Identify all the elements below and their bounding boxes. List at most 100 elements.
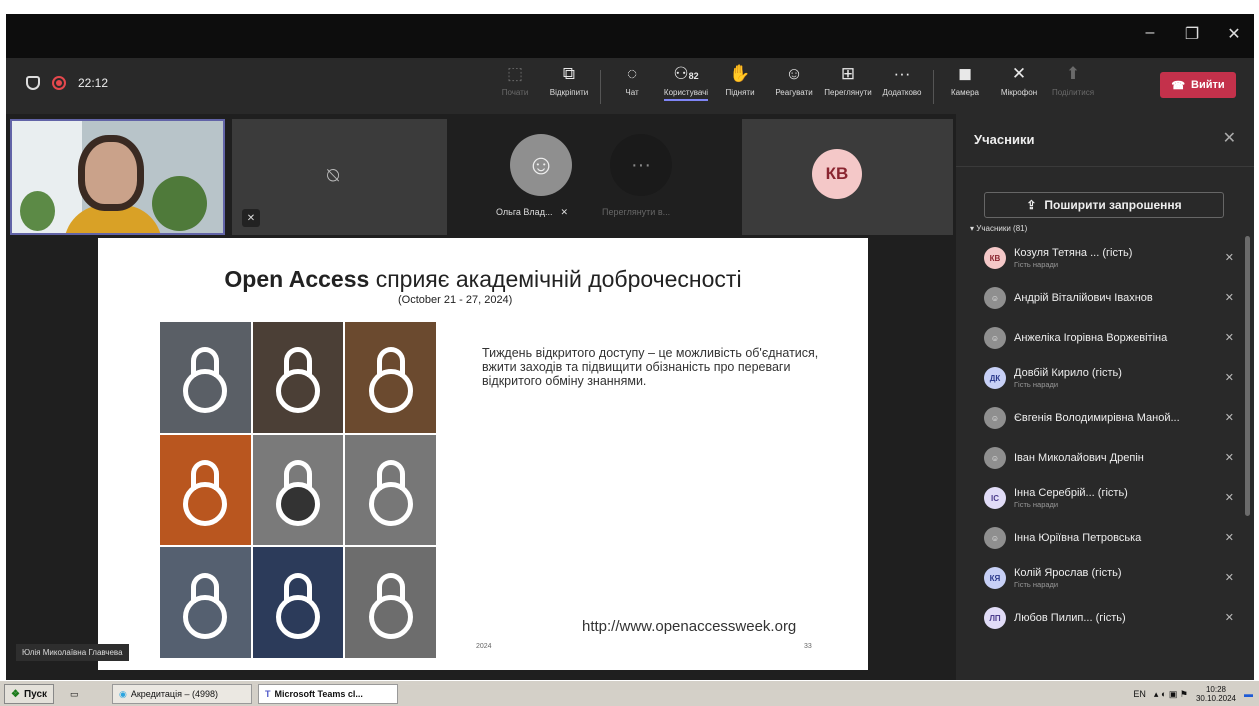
toolbar-label: Підняти bbox=[725, 88, 755, 97]
mic-off-icon: ✕ bbox=[1224, 292, 1234, 304]
participant-name: Інна Юріївна Петровська bbox=[1014, 532, 1142, 544]
avatar: ☺ bbox=[984, 407, 1006, 429]
taskbar-teams[interactable]: T Microsoft Teams cl... bbox=[258, 684, 398, 704]
toolbar-button-more[interactable]: ··· Додатково bbox=[875, 64, 929, 104]
open-lock-icon bbox=[367, 572, 415, 639]
close-icon[interactable]: ✕ bbox=[1223, 128, 1236, 148]
shield-icon bbox=[26, 76, 40, 90]
participant-item[interactable]: КЯ Колій Ярослав (гість) Гість наради ✕ bbox=[984, 558, 1234, 598]
toolbar-button-share-screen[interactable]: ⬚ Почати bbox=[488, 64, 542, 104]
share-invite-button[interactable]: ⇪ Поширити запрошення bbox=[984, 192, 1224, 218]
maximize-icon[interactable]: ❐ bbox=[1182, 24, 1202, 44]
participant-item[interactable]: ☺ Євгенія Володимирівна Маной... ✕ bbox=[984, 398, 1234, 438]
shared-slide: Open Access сприяє академічній доброчесн… bbox=[98, 238, 868, 670]
slide-year: 2024 bbox=[476, 643, 492, 650]
participant-name: Колій Ярослав (гість) bbox=[1014, 567, 1122, 579]
participant-item[interactable]: ☺ Інна Юріївна Петровська ✕ bbox=[984, 518, 1234, 558]
participant-item[interactable]: КВ Козуля Тетяна ... (гість) Гість наради ✕ bbox=[984, 238, 1234, 278]
toolbar-button-raise-hand[interactable]: ✋ Підняти bbox=[713, 64, 767, 104]
meeting-toolbar: 22:12 ⬚ Почати ⧉ Відкріпити ◌ Чат ⚇82 Користува… bbox=[6, 58, 1254, 114]
avatar: ЛП bbox=[984, 607, 1006, 629]
toolbar-button-mic-off[interactable]: ✕ Мікрофон bbox=[992, 64, 1046, 104]
participant-role: Гість наради bbox=[1014, 500, 1059, 509]
pop-out-icon: ⧉ bbox=[562, 64, 576, 83]
avatar: ☺ bbox=[984, 287, 1006, 309]
camera-off-icon: ⍉ bbox=[327, 165, 339, 187]
participant-name: Інна Серебрій... (гість) bbox=[1014, 487, 1128, 499]
toolbar-label: Відкріпити bbox=[549, 88, 589, 97]
participant-role: Гість наради bbox=[1014, 380, 1059, 389]
video-tile-kb[interactable]: КВ bbox=[742, 119, 953, 235]
avatar: ☺ bbox=[984, 447, 1006, 469]
toolbar-button-camera[interactable]: ◼ Камера bbox=[938, 64, 992, 104]
teams-window: – ❐ ✕ 22:12 ⬚ Почати ⧉ Відкріпити ◌ Чат ⚇82 Кор… bbox=[6, 14, 1254, 680]
toolbar-separator bbox=[600, 70, 601, 104]
tray-icons[interactable]: ▴ ◐ ▣ ⚑ bbox=[1154, 689, 1188, 700]
open-lock-icon bbox=[181, 572, 229, 639]
mic-off-icon: ✕ bbox=[1224, 572, 1234, 584]
avatar: ☺ bbox=[984, 527, 1006, 549]
participant-count-badge: 82 bbox=[688, 71, 699, 81]
avatar: КВ bbox=[984, 247, 1006, 269]
folder-icon[interactable]: ▭ bbox=[64, 684, 85, 704]
avatar: ДК bbox=[984, 367, 1006, 389]
scrollbar[interactable] bbox=[1245, 236, 1250, 516]
open-lock-icon bbox=[274, 572, 322, 639]
toolbar-label: Переглянути bbox=[824, 88, 872, 97]
toolbar-label: Реагувати bbox=[775, 88, 813, 97]
toolbar-button-react[interactable]: ☺ Реагувати bbox=[767, 64, 821, 104]
view-more-label: Переглянути в... bbox=[602, 207, 671, 217]
panel-title: Учасники bbox=[974, 132, 1035, 147]
participant-name: Любов Пилип... (гість) bbox=[1014, 612, 1126, 624]
show-desktop-icon[interactable]: ▬ bbox=[1244, 689, 1253, 699]
toolbar-button-chat[interactable]: ◌ Чат bbox=[605, 64, 659, 104]
toolbar-button-pop-out[interactable]: ⧉ Відкріпити bbox=[542, 64, 596, 104]
taskbar-telegram[interactable]: ◉ Акредитація – (4998) bbox=[112, 684, 252, 704]
open-access-collage bbox=[160, 322, 436, 658]
avatar: ☺ bbox=[984, 327, 1006, 349]
slide-page-number: 33 bbox=[804, 643, 812, 650]
minimize-icon[interactable]: – bbox=[1140, 24, 1160, 44]
participant-name: Козуля Тетяна ... (гість) bbox=[1014, 247, 1133, 259]
meeting-stage: ⍉ ✕ ☺ ··· Ольга Влад... ✕ Переглянути в..… bbox=[6, 114, 956, 680]
toolbar-label: Чат bbox=[625, 88, 639, 97]
open-lock-icon bbox=[367, 459, 415, 526]
teams-icon: T bbox=[265, 689, 271, 699]
video-tile-camera-off[interactable]: ⍉ ✕ bbox=[232, 119, 447, 235]
participant-item[interactable]: ІС Інна Серебрій... (гість) Гість наради ✕ bbox=[984, 478, 1234, 518]
open-lock-icon bbox=[274, 347, 322, 414]
recording-icon bbox=[52, 76, 66, 90]
mic-off-icon: ✕ bbox=[1224, 252, 1234, 264]
mic-off-icon: ✕ bbox=[1224, 492, 1234, 504]
mic-off-icon: ✕ bbox=[1224, 372, 1234, 384]
avatar: КВ bbox=[812, 149, 862, 199]
start-button[interactable]: ❖ Пуск bbox=[4, 684, 55, 704]
language-indicator[interactable]: EN bbox=[1133, 689, 1146, 699]
participant-item[interactable]: ☺ Анжеліка Ігорівна Воржевітіна ✕ bbox=[984, 318, 1234, 358]
windows-taskbar: ❖ Пуск ▭ ◉ Акредитація – (4998) T Micros… bbox=[0, 680, 1259, 706]
windows-logo-icon: ❖ bbox=[11, 688, 20, 700]
close-icon[interactable]: ✕ bbox=[1224, 24, 1244, 44]
open-lock-icon bbox=[367, 347, 415, 414]
slide-title: Open Access сприяє академічній доброчесн… bbox=[224, 266, 742, 292]
participant-item[interactable]: ЛП Любов Пилип... (гість) ✕ bbox=[984, 598, 1234, 638]
participant-item[interactable]: ДК Довбій Кирило (гість) Гість наради ✕ bbox=[984, 358, 1234, 398]
clock[interactable]: 10:28 30.10.2024 bbox=[1196, 685, 1236, 703]
toolbar-button-people[interactable]: ⚇82 Користувачі bbox=[659, 64, 713, 104]
avatar: КЯ bbox=[984, 567, 1006, 589]
more-participants-icon[interactable]: ··· bbox=[610, 134, 672, 196]
leave-button[interactable]: ☎ Вийти bbox=[1160, 72, 1236, 98]
video-tile-speaker[interactable] bbox=[10, 119, 225, 235]
slide-subtitle: (October 21 - 27, 2024) bbox=[398, 294, 513, 306]
avatar: ІС bbox=[984, 487, 1006, 509]
open-access-logo-icon bbox=[274, 459, 322, 526]
participant-item[interactable]: ☺ Андрій Віталійович Івахнов ✕ bbox=[984, 278, 1234, 318]
avatar[interactable]: ☺ bbox=[510, 134, 572, 196]
toolbar-button-view[interactable]: ⊞ Переглянути bbox=[821, 64, 875, 104]
participant-item[interactable]: ☺ Іван Миколайович Дрепін ✕ bbox=[984, 438, 1234, 478]
participants-group-header[interactable]: ▾ Учасники (81) bbox=[970, 224, 1027, 233]
toolbar-button-share[interactable]: ⬆ Поділитися bbox=[1046, 64, 1100, 104]
toolbar-label: Камера bbox=[951, 88, 979, 97]
participant-name: Андрій Віталійович Івахнов bbox=[1014, 292, 1153, 304]
toolbar-label: Мікрофон bbox=[1000, 88, 1038, 97]
